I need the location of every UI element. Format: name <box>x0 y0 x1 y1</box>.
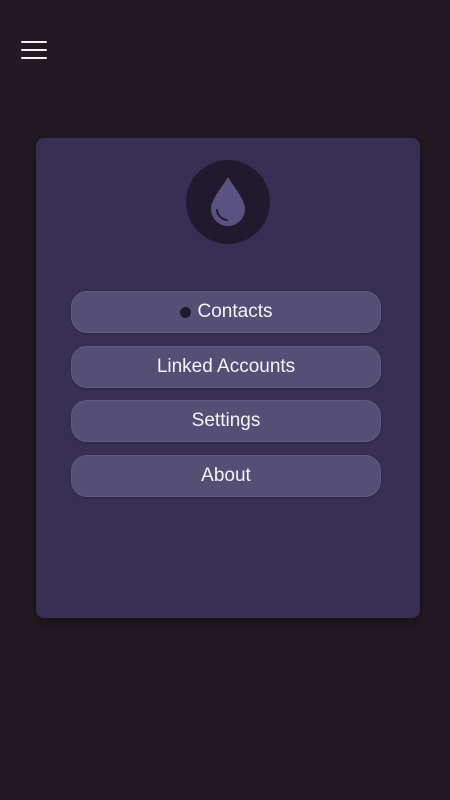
hamburger-menu-icon[interactable] <box>21 40 47 60</box>
hamburger-line <box>21 49 47 51</box>
about-label: About <box>201 465 251 486</box>
about-button[interactable]: About <box>71 455 381 497</box>
linked-accounts-label: Linked Accounts <box>156 356 296 377</box>
settings-label: Settings <box>191 410 261 431</box>
water-drop-icon <box>211 177 245 226</box>
settings-button[interactable]: Settings <box>71 400 381 442</box>
notification-dot <box>179 306 191 318</box>
app-logo <box>186 160 270 244</box>
hamburger-line <box>21 57 47 59</box>
contacts-label: Contacts <box>197 301 273 322</box>
linked-accounts-button[interactable]: Linked Accounts <box>71 346 381 388</box>
hamburger-line <box>21 41 47 43</box>
menu-panel: Contacts Linked Accounts Settings About <box>36 138 420 618</box>
contacts-button[interactable]: Contacts <box>71 291 381 333</box>
